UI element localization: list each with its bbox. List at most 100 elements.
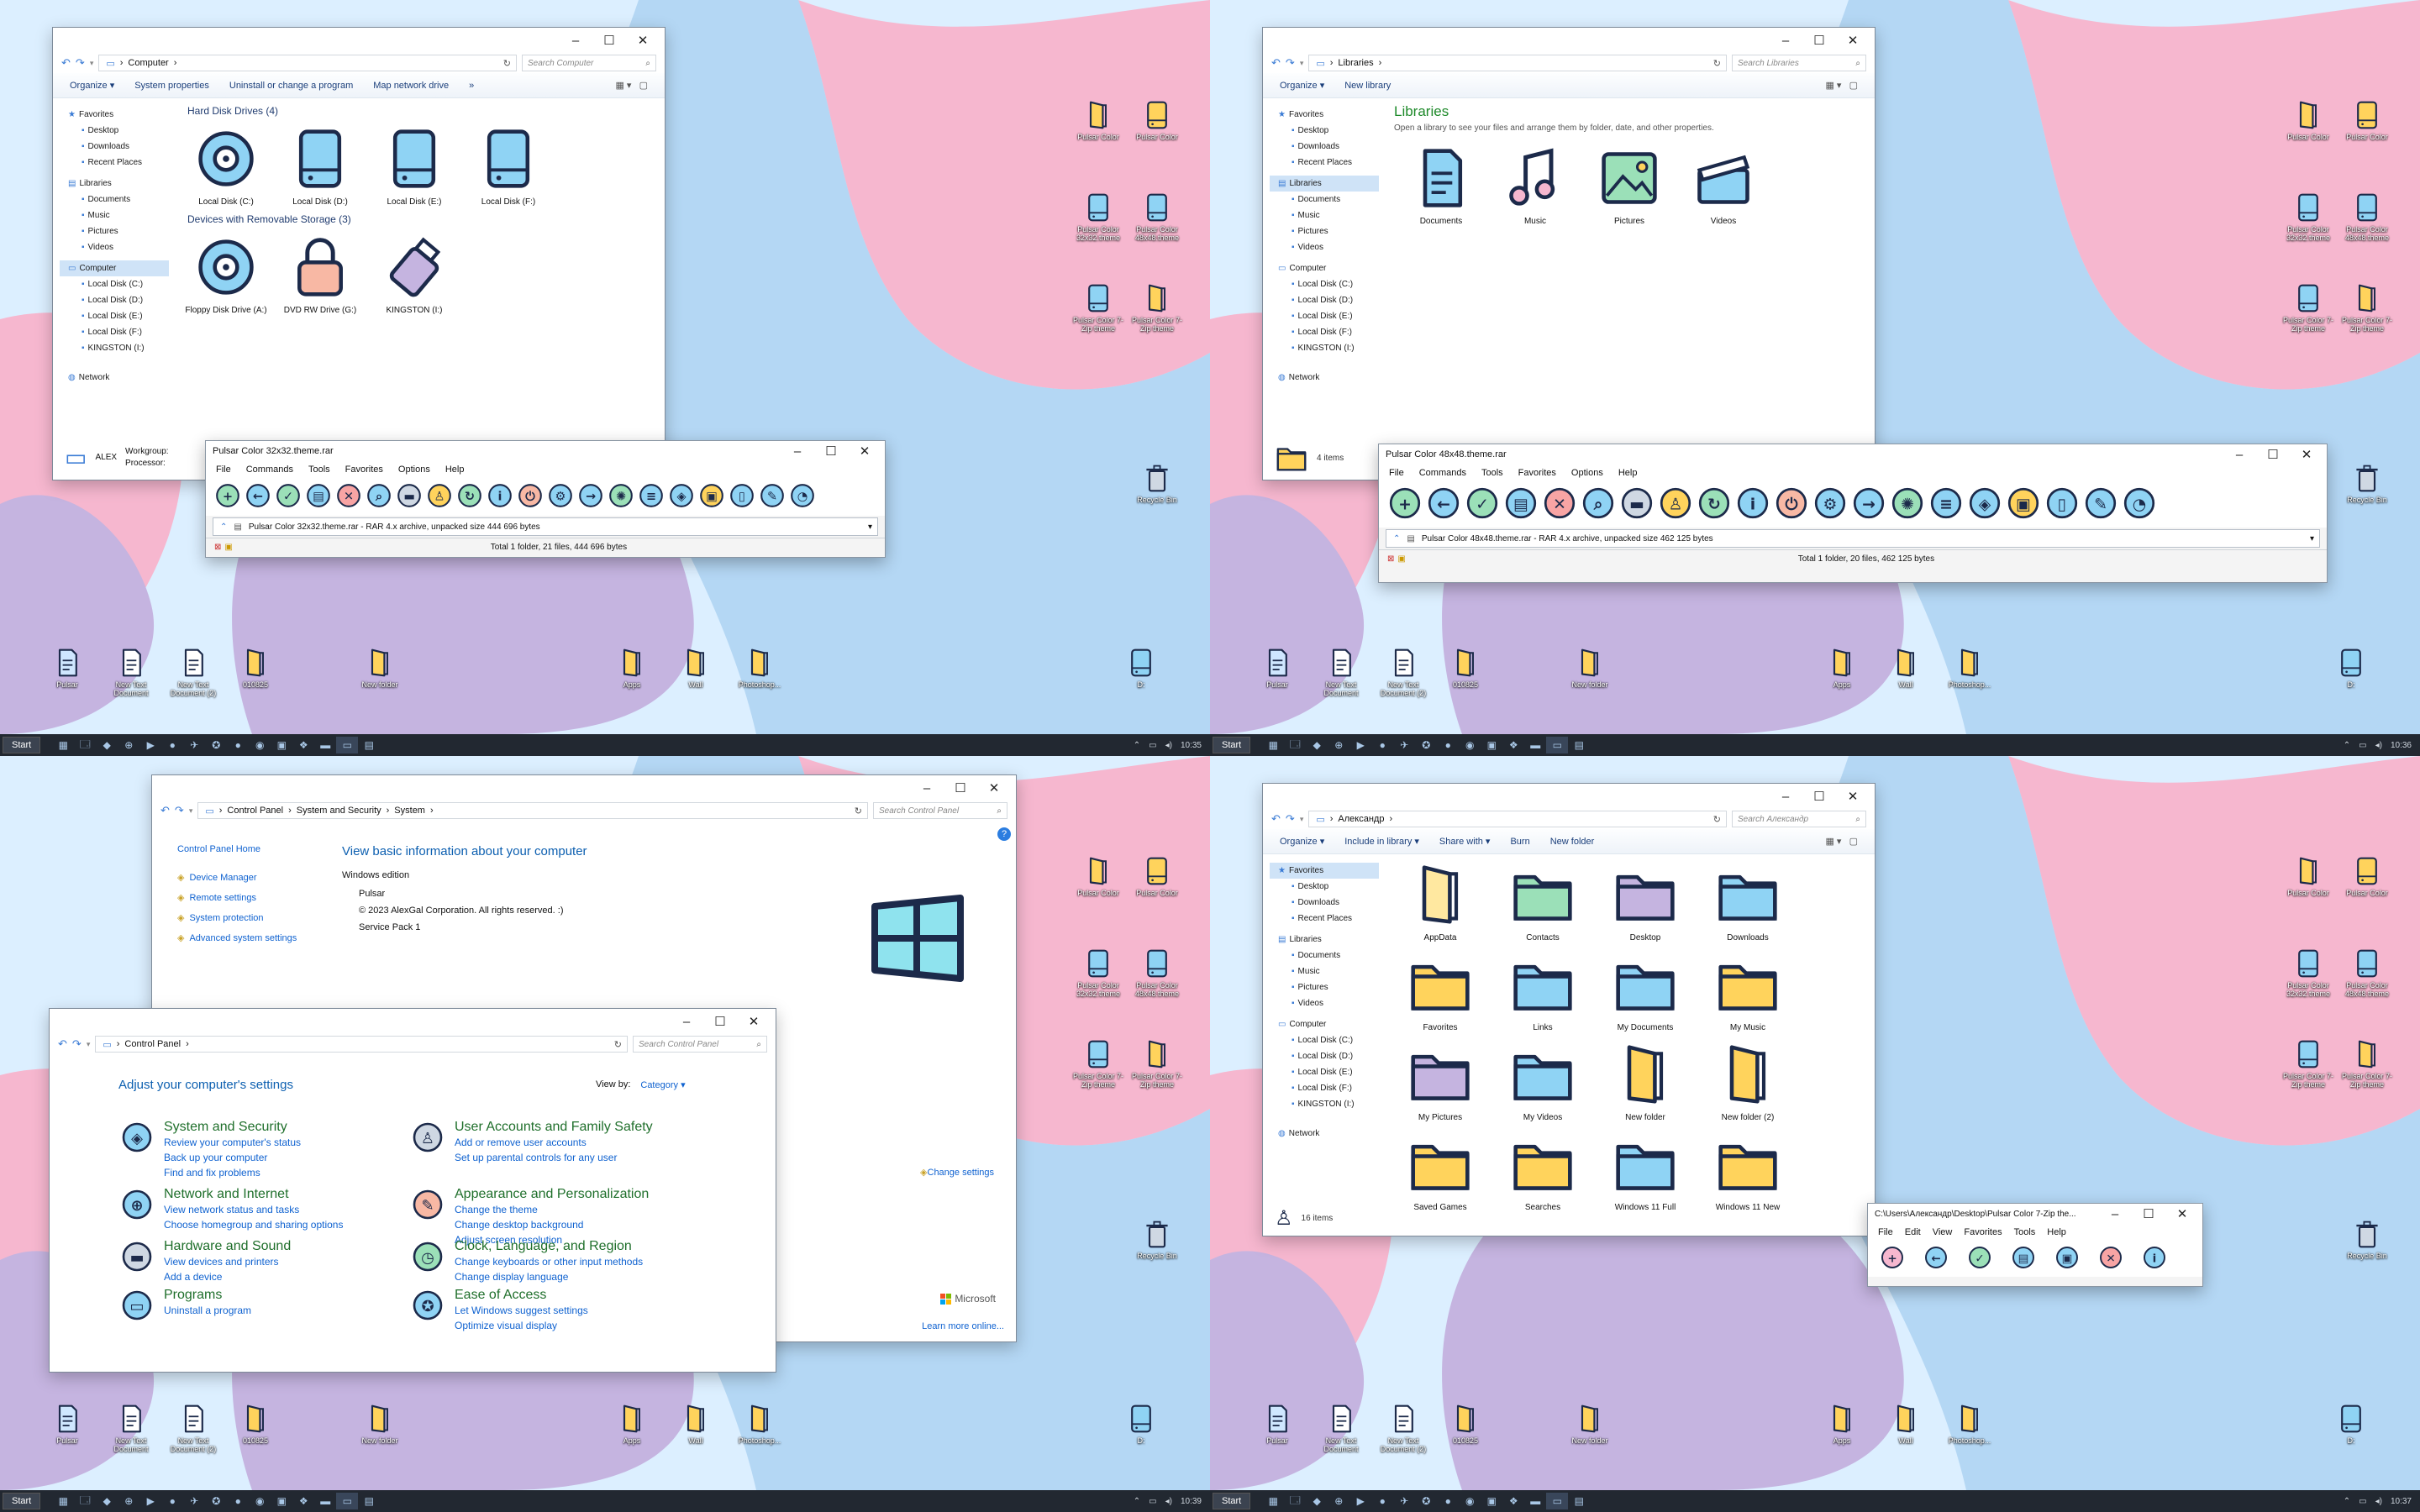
refresh-icon[interactable]: ↻ bbox=[855, 806, 867, 816]
toolbar-button[interactable]: ▣ bbox=[2054, 1244, 2080, 1273]
taskbar-app-icon[interactable]: ▬ bbox=[314, 737, 336, 753]
toolbar-button[interactable]: ▤ bbox=[305, 481, 332, 512]
menu-item[interactable]: Help bbox=[2047, 1227, 2066, 1237]
taskbar-app-icon[interactable]: ▭ bbox=[1546, 737, 1569, 753]
back-icon[interactable]: ↶ bbox=[58, 1037, 67, 1051]
close-button[interactable]: ✕ bbox=[2165, 1206, 2199, 1221]
maximize-button[interactable]: ☐ bbox=[814, 444, 848, 459]
toolbar-button[interactable]: ✓ bbox=[1465, 485, 1500, 524]
removable-item[interactable]: Floppy Disk Drive (A:) bbox=[179, 234, 273, 315]
removable-item[interactable]: KINGSTON (I:) bbox=[367, 234, 461, 315]
nav-item[interactable]: ▪ Downloads bbox=[1278, 895, 1381, 911]
taskbar-app-icon[interactable]: ◆ bbox=[96, 737, 118, 753]
taskbar-app-icon[interactable]: ▦ bbox=[1262, 1493, 1284, 1509]
toolbar-button[interactable]: ◔ bbox=[789, 481, 816, 512]
chevron-up-icon[interactable]: ⌃ bbox=[2344, 1497, 2350, 1506]
start-button[interactable]: Start bbox=[1213, 737, 1251, 753]
menu-item[interactable]: File bbox=[1878, 1227, 1893, 1237]
taskbar-app-icon[interactable]: ⊕ bbox=[1328, 737, 1349, 753]
forward-icon[interactable]: ↷ bbox=[72, 1037, 82, 1051]
desktop-icon[interactable]: Apps bbox=[1816, 1403, 1868, 1445]
back-icon[interactable]: ↶ bbox=[1271, 812, 1281, 826]
desktop-icon[interactable]: Pulsar Color 48x48.theme bbox=[1131, 948, 1183, 998]
taskbar-app-icon[interactable]: ◆ bbox=[96, 1493, 118, 1509]
taskbar-app-icon[interactable]: ✈ bbox=[1393, 737, 1415, 753]
folder-item[interactable]: Searches bbox=[1491, 1131, 1594, 1212]
desktop-icon[interactable]: Pulsar Color 7-Zip theme bbox=[1072, 282, 1124, 333]
folder-item[interactable]: New folder bbox=[1594, 1041, 1697, 1122]
close-button[interactable]: ✕ bbox=[848, 444, 881, 459]
desktop-icon[interactable]: 010825 bbox=[1439, 647, 1491, 689]
desktop-icon[interactable]: Pulsar Color 7-Zip theme bbox=[1072, 1038, 1124, 1089]
up-icon[interactable]: ⌃ bbox=[220, 522, 227, 532]
volume-icon[interactable]: ◂) bbox=[2375, 741, 2382, 750]
clock[interactable]: 10:35 bbox=[1181, 741, 1202, 750]
command-button[interactable]: Organize ▾ bbox=[1280, 836, 1324, 847]
forward-icon[interactable]: ↷ bbox=[76, 56, 85, 70]
taskbar-app-icon[interactable]: 🗔 bbox=[74, 737, 96, 753]
archive-path[interactable]: ⌃ ▤ Pulsar Color 32x32.theme.rar - RAR 4.x… bbox=[213, 517, 878, 536]
taskbar-app-icon[interactable]: ◉ bbox=[1459, 1493, 1481, 1509]
desktop-icon[interactable]: Pulsar Color bbox=[2282, 99, 2334, 141]
toolbar-button[interactable]: ⏻ bbox=[1774, 485, 1809, 524]
desktop-icon[interactable]: Wall bbox=[670, 647, 722, 689]
menu-item[interactable]: Tools bbox=[308, 465, 330, 475]
nav-item[interactable]: ▪ Recent Places bbox=[1278, 911, 1381, 927]
help-icon[interactable]: ? bbox=[997, 827, 1011, 841]
taskbar-app-icon[interactable]: ◆ bbox=[1306, 1493, 1328, 1509]
desktop-icon[interactable]: Photoshop... bbox=[1944, 1403, 1996, 1445]
archive-path[interactable]: ⌃ ▤ Pulsar Color 48x48.theme.rar - RAR 4.x… bbox=[1386, 529, 2320, 548]
category-title[interactable]: Hardware and Sound bbox=[164, 1239, 291, 1254]
side-link[interactable]: ◈ Remote settings bbox=[177, 888, 297, 908]
taskbar-app-icon[interactable]: ▦ bbox=[1262, 737, 1284, 753]
desktop-icon[interactable]: Wall bbox=[1880, 647, 1932, 689]
toolbar-button[interactable]: ✓ bbox=[275, 481, 302, 512]
nav-item[interactable]: ▪ Local Disk (F:) bbox=[1278, 324, 1381, 340]
taskbar-app-icon[interactable]: ✪ bbox=[1415, 1493, 1437, 1509]
toolbar-button[interactable]: ⚙ bbox=[1812, 485, 1848, 524]
close-button[interactable]: ✕ bbox=[737, 1014, 771, 1029]
category-link[interactable]: View network status and tasks bbox=[164, 1202, 343, 1217]
taskbar-app-icon[interactable]: ▭ bbox=[336, 1493, 359, 1509]
taskbar-app-icon[interactable]: ◉ bbox=[1459, 737, 1481, 753]
toolbar-button[interactable]: + bbox=[1880, 1244, 1905, 1273]
desktop-icon[interactable]: New folder bbox=[354, 1403, 406, 1445]
folder-item[interactable]: AppData bbox=[1389, 861, 1491, 942]
taskbar-app-icon[interactable]: ✪ bbox=[205, 737, 227, 753]
nav-item[interactable]: ▪ Documents bbox=[1278, 948, 1381, 963]
network-icon[interactable]: ▭ bbox=[1149, 741, 1156, 750]
nav-item[interactable]: ▪ Documents bbox=[1278, 192, 1381, 207]
desktop-icon[interactable]: Recycle Bin bbox=[1131, 1218, 1183, 1260]
toolbar-button[interactable]: ≡ bbox=[1928, 485, 1964, 524]
breadcrumb-item[interactable]: System bbox=[394, 806, 425, 816]
forward-icon[interactable]: ↷ bbox=[175, 804, 184, 817]
chevron-down-icon[interactable]: ▾ bbox=[868, 522, 877, 532]
clock[interactable]: 10:39 bbox=[1181, 1497, 1202, 1506]
category-link[interactable]: Change the theme bbox=[455, 1202, 649, 1217]
nav-item[interactable]: ▪ Local Disk (C:) bbox=[1278, 1032, 1381, 1048]
toolbar-button[interactable]: ✕ bbox=[1542, 485, 1577, 524]
start-button[interactable]: Start bbox=[3, 1493, 41, 1509]
chevron-up-icon[interactable]: ⌃ bbox=[1134, 1497, 1140, 1506]
command-button[interactable]: » bbox=[469, 81, 474, 91]
close-button[interactable]: ✕ bbox=[1836, 789, 1870, 804]
refresh-icon[interactable]: ↻ bbox=[1713, 814, 1726, 825]
nav-item[interactable]: ▪ Local Disk (E:) bbox=[1278, 308, 1381, 324]
chevron-down-icon[interactable]: ▾ bbox=[2310, 534, 2319, 543]
category-link[interactable]: Find and fix problems bbox=[164, 1165, 301, 1180]
network-icon[interactable]: ▭ bbox=[2359, 1497, 2366, 1506]
nav-item[interactable]: ◍ Network bbox=[1278, 370, 1381, 386]
taskbar-app-icon[interactable]: ● bbox=[1437, 1493, 1459, 1509]
close-button[interactable]: ✕ bbox=[977, 780, 1011, 795]
control-panel-home-link[interactable]: Control Panel Home bbox=[177, 839, 297, 859]
breadcrumb-item[interactable]: Libraries bbox=[1338, 58, 1373, 68]
menu-item[interactable]: File bbox=[216, 465, 231, 475]
library-item[interactable]: Documents bbox=[1394, 144, 1488, 226]
folder-item[interactable]: My Music bbox=[1697, 951, 1799, 1032]
desktop-icon[interactable]: Pulsar bbox=[41, 1403, 93, 1445]
drive-item[interactable]: Local Disk (C:) bbox=[179, 125, 273, 207]
desktop-icon[interactable]: Pulsar Color bbox=[1072, 855, 1124, 897]
desktop-icon[interactable]: Photoshop... bbox=[734, 1403, 786, 1445]
title-bar[interactable]: – ☐ ✕ bbox=[1263, 28, 1875, 53]
toolbar-button[interactable]: ✎ bbox=[759, 481, 786, 512]
